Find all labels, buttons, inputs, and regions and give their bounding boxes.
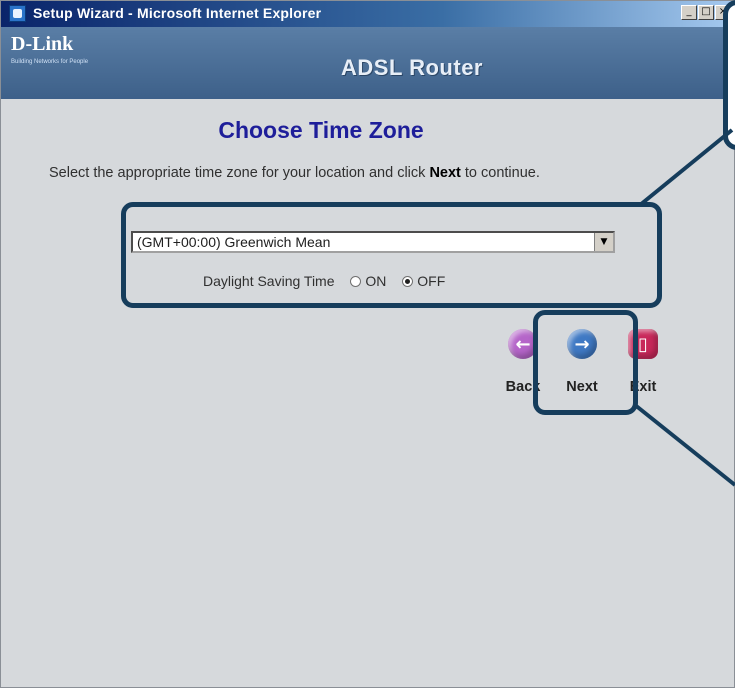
logo-tagline: Building Networks for People [11, 59, 89, 65]
product-name: ADSL Router [341, 55, 483, 80]
page-title: Choose Time Zone [1, 117, 735, 144]
instruction-text-next: Next [429, 165, 461, 181]
page-header: D-Link Building Networks for People ADSL… [1, 27, 735, 99]
callout-timezone-highlight [121, 202, 662, 308]
maximize-button[interactable]: □ [698, 5, 714, 20]
title-bar: Setup Wizard - Microsoft Internet Explor… [1, 1, 735, 27]
instruction-text-pre: Select the appropriate time zone for you… [49, 165, 430, 181]
callout-panel [723, 0, 735, 150]
page-title-text: Choose Time Zone [218, 117, 424, 143]
window-title: Setup Wizard - Microsoft Internet Explor… [33, 5, 322, 21]
callout-next-highlight [533, 310, 638, 415]
minimize-button[interactable]: _ [681, 5, 697, 20]
dlink-logo: D-Link [11, 33, 74, 55]
instruction-text-post: to continue. [460, 165, 540, 181]
instruction-text: Select the appropriate time zone for you… [49, 163, 699, 183]
internet-explorer-icon [9, 5, 26, 22]
